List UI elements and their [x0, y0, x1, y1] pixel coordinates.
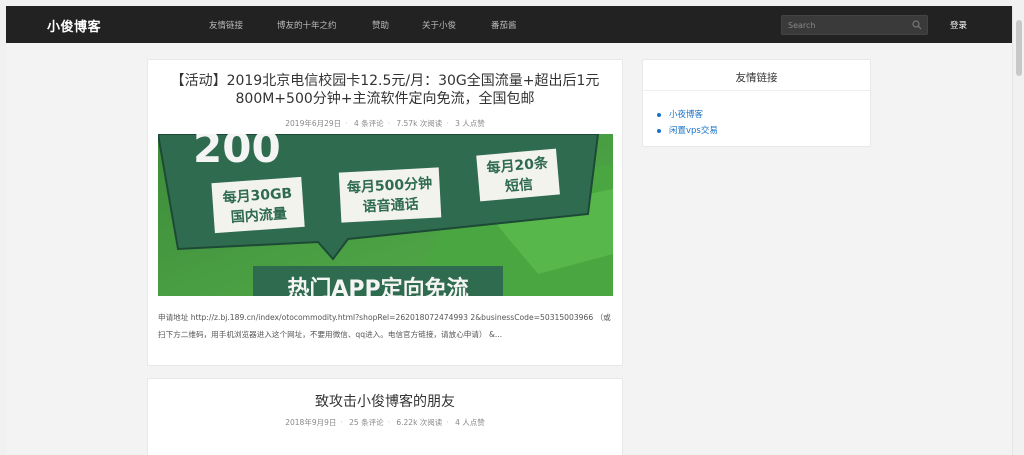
post-date: 2018年9月9日	[285, 418, 337, 427]
nav-friend-links[interactable]: 友情链接	[209, 19, 243, 31]
poster-big-number: 200	[193, 134, 281, 172]
post-date: 2019年6月29日	[285, 119, 342, 128]
poster-voice-line2: 语音通话	[362, 196, 419, 216]
friend-link-item[interactable]: 小夜博客	[657, 107, 718, 123]
friend-links-list: 小夜博客 闲置vps交易	[657, 107, 718, 139]
post-meta: 2019年6月29日 · 4 条评论 · 7.57k 次阅读 · 3 人点赞	[285, 119, 485, 128]
post-featured-image[interactable]: 200 每月30GB 国内流量 每月500分钟 语音通话 每月20条 短信 热门…	[158, 134, 613, 296]
scrollbar-thumb[interactable]	[1016, 20, 1022, 76]
search-box	[781, 15, 928, 35]
nav-ten-year-pact[interactable]: 博友的十年之约	[277, 19, 337, 31]
nav-about[interactable]: 关于小俊	[422, 19, 456, 31]
post-excerpt: 申请地址 http://z.bj.189.cn/index/otocommodi…	[158, 313, 611, 339]
nav-tomato[interactable]: 番茄酱	[491, 19, 517, 31]
post-title[interactable]: 致攻击小俊博客的朋友	[164, 393, 606, 411]
page-frame: 小俊博客 友情链接 博友的十年之约 赞助 关于小俊 番茄酱 登录 【活动】201…	[6, 6, 1012, 455]
login-link[interactable]: 登录	[950, 19, 967, 31]
widget-divider	[643, 90, 870, 91]
widget-title: 友情链接	[735, 72, 778, 84]
post-views: 6.22k 次阅读	[396, 418, 443, 427]
friend-link-item[interactable]: 闲置vps交易	[657, 123, 718, 139]
poster-sms-line2: 短信	[504, 176, 533, 195]
post-likes: 4 人点赞	[455, 418, 485, 427]
post-comments[interactable]: 4 条评论	[354, 119, 384, 128]
friend-links-widget: 友情链接 小夜博客 闲置vps交易	[642, 59, 871, 147]
post-card: 【活动】2019北京电信校园卡12.5元/月：30G全国流量+超出后1元800M…	[147, 59, 623, 366]
post-views: 7.57k 次阅读	[396, 119, 443, 128]
nav-sponsor[interactable]: 赞助	[372, 19, 389, 31]
search-input[interactable]	[782, 16, 907, 34]
poster-bottom-text: 热门APP定向免流	[287, 276, 468, 296]
post-meta: 2018年9月9日 · 25 条评论 · 6.22k 次阅读 · 4 人点赞	[285, 418, 485, 427]
site-brand[interactable]: 小俊博客	[47, 16, 101, 35]
top-navbar: 小俊博客 友情链接 博友的十年之约 赞助 关于小俊 番茄酱 登录	[6, 6, 1012, 43]
post-title[interactable]: 【活动】2019北京电信校园卡12.5元/月：30G全国流量+超出后1元800M…	[164, 72, 606, 108]
post-comments[interactable]: 25 条评论	[349, 418, 383, 427]
search-icon[interactable]	[912, 20, 922, 30]
page-scrollbar[interactable]	[1012, 6, 1024, 455]
post-card: 致攻击小俊博客的朋友 2018年9月9日 · 25 条评论 · 6.22k 次阅读 ·…	[147, 378, 623, 455]
post-likes: 3 人点赞	[455, 119, 485, 128]
